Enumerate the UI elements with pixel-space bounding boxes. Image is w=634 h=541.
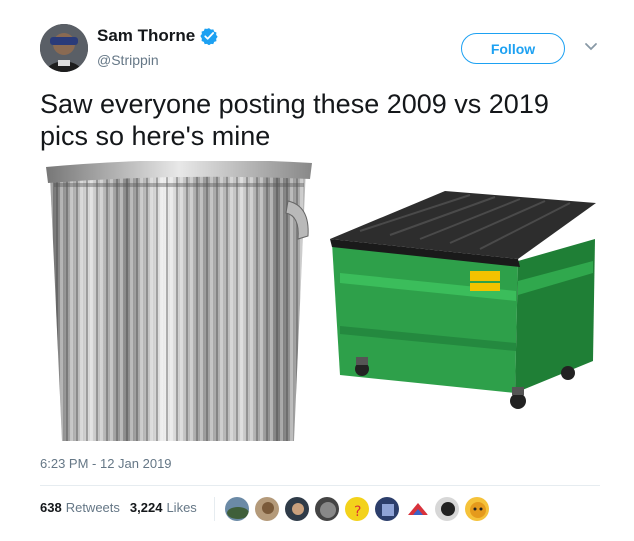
follow-button[interactable]: Follow xyxy=(461,33,565,64)
trash-can-image xyxy=(46,161,312,441)
dumpster-image xyxy=(330,191,596,409)
avatar[interactable] xyxy=(40,24,88,72)
liker-avatars: ? xyxy=(224,496,494,522)
liker-avatar[interactable] xyxy=(254,496,280,522)
retweets-count: 638 xyxy=(40,500,62,515)
retweets-stat[interactable]: 638 Retweets xyxy=(40,500,120,515)
verified-badge-icon xyxy=(200,28,218,45)
liker-avatar[interactable] xyxy=(224,496,250,522)
retweets-label: Retweets xyxy=(65,500,120,515)
tweet-text-line-2: pics so here's mine xyxy=(40,121,271,151)
stats-separator xyxy=(214,497,215,521)
likes-count: 3,224 xyxy=(129,500,163,515)
tweet-timestamp[interactable]: 6:23 PM - 12 Jan 2019 xyxy=(40,456,172,471)
liker-avatar[interactable] xyxy=(464,496,490,522)
tweet-text-line-1: Saw everyone posting these 2009 vs 2019 xyxy=(40,89,549,119)
chevron-down-icon[interactable] xyxy=(584,42,598,52)
liker-avatar[interactable] xyxy=(284,496,310,522)
author-handle[interactable]: @Strippin xyxy=(97,52,159,68)
engagement-stats: 638 Retweets 3,224 Likes xyxy=(40,500,207,515)
likes-stat[interactable]: 3,224 Likes xyxy=(130,500,197,515)
tweet-media[interactable] xyxy=(40,161,600,441)
likes-label: Likes xyxy=(166,500,197,515)
liker-avatar[interactable] xyxy=(374,496,400,522)
author-display-name[interactable]: Sam Thorne xyxy=(97,26,195,46)
divider xyxy=(40,485,600,486)
svg-text:?: ? xyxy=(354,504,361,520)
tweet-text: Saw everyone posting these 2009 vs 2019 … xyxy=(40,88,580,152)
liker-avatar[interactable] xyxy=(314,496,340,522)
liker-avatar[interactable] xyxy=(434,496,460,522)
author-name-row[interactable]: Sam Thorne xyxy=(97,26,218,46)
liker-avatar[interactable]: ? xyxy=(344,496,370,522)
liker-avatar[interactable] xyxy=(404,496,430,522)
